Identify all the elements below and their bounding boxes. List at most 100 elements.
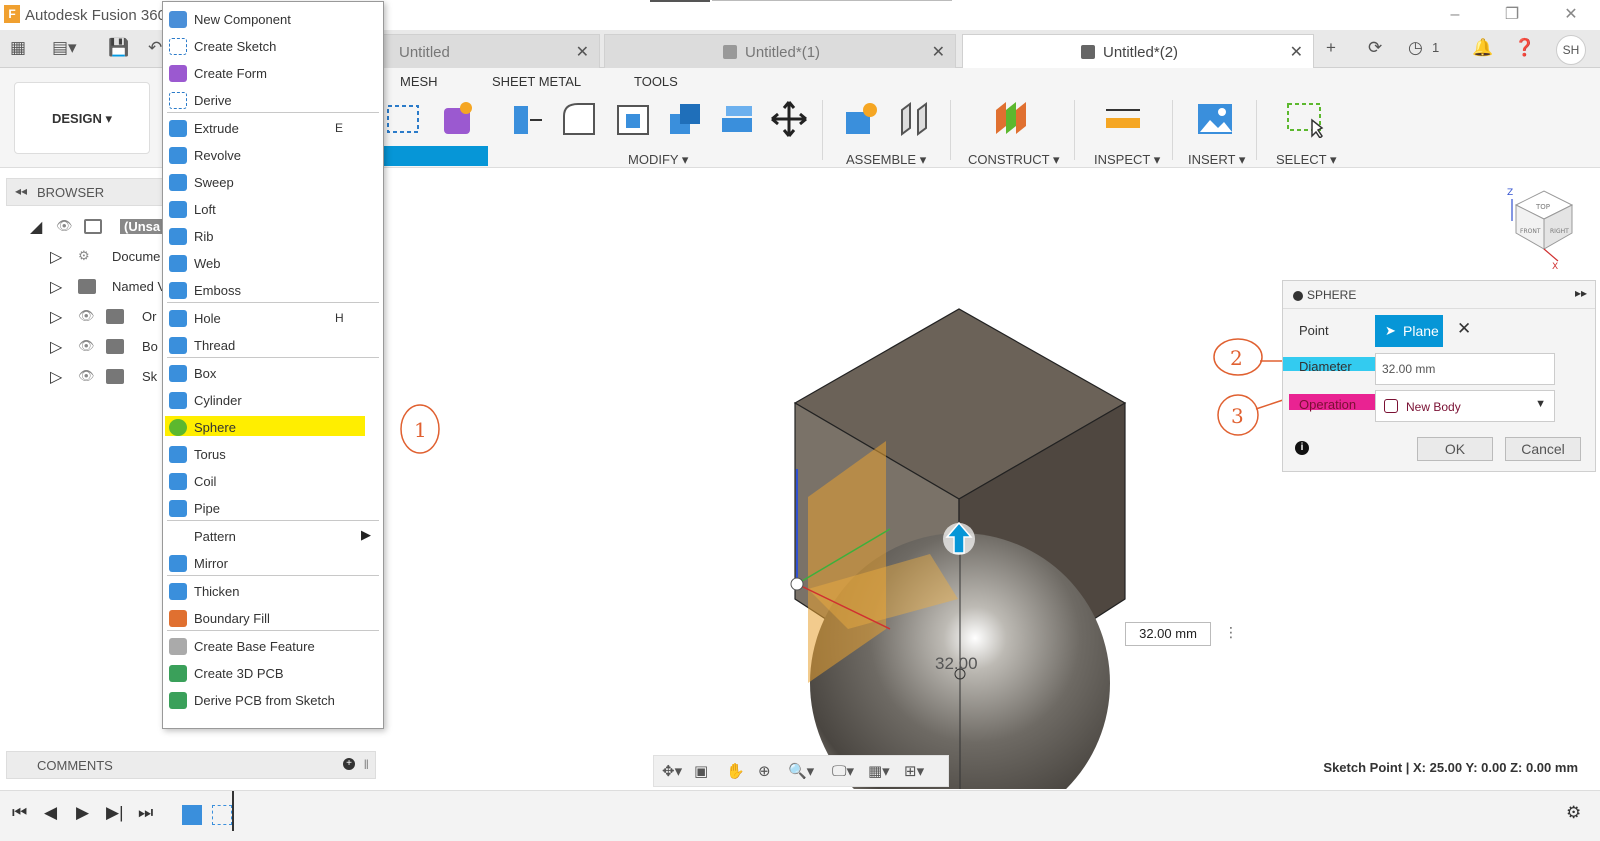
display-settings-icon[interactable]: 🖵▾ <box>832 762 854 780</box>
menu-item-pipe[interactable]: Pipe <box>163 495 383 522</box>
grid-settings-icon[interactable]: ▦▾ <box>868 762 890 780</box>
menu-item-create-form[interactable]: Create Form <box>163 60 383 87</box>
menu-item-revolve[interactable]: Revolve <box>163 142 383 169</box>
menu-item-create-3d-pcb[interactable]: Create 3D PCB <box>163 660 383 687</box>
press-pull-icon[interactable] <box>508 100 546 138</box>
point-select-button[interactable]: ➤ Plane <box>1375 315 1443 347</box>
create-group-highlight[interactable] <box>383 146 488 166</box>
go-to-end-icon[interactable]: ⏭ <box>138 803 153 823</box>
menu-item-new-component[interactable]: New Component <box>163 6 383 33</box>
menu-item-sphere[interactable]: Sphere <box>163 414 383 441</box>
menu-item-derive-pcb-from-sketch[interactable]: Derive PCB from Sketch <box>163 687 383 714</box>
move-copy-icon[interactable] <box>770 100 808 138</box>
insert-image-icon[interactable] <box>1196 100 1234 138</box>
menu-item-cylinder[interactable]: Cylinder <box>163 387 383 414</box>
tab-close-icon[interactable]: ✕ <box>576 42 589 62</box>
menu-item-create-base-feature[interactable]: Create Base Feature <box>163 633 383 660</box>
menu-item-box[interactable]: Box <box>163 360 383 387</box>
extensions-icon[interactable]: ⟳ <box>1368 38 1382 58</box>
app-grid-icon[interactable]: ▦ <box>10 38 26 58</box>
menu-item-hole[interactable]: Hole H <box>163 305 383 332</box>
modify-group-label[interactable]: MODIFY ▾ <box>628 152 688 168</box>
tab-untitled-1[interactable]: Untitled*(1) ✕ <box>604 34 956 68</box>
user-avatar[interactable]: SH <box>1556 35 1586 65</box>
menu-item-pattern[interactable]: Pattern ▶ <box>163 523 383 550</box>
notifications-bell-icon[interactable]: 🔔 <box>1472 38 1493 58</box>
timeline-marker[interactable] <box>232 791 234 831</box>
tab-close-icon[interactable]: ✕ <box>1290 42 1303 62</box>
combine-icon[interactable] <box>666 100 704 138</box>
step-forward-icon[interactable]: ▶| <box>106 803 124 823</box>
comments-panel-header[interactable]: COMMENTS + ‖ <box>6 751 376 779</box>
menu-item-torus[interactable]: Torus <box>163 441 383 468</box>
create-sketch-tool-icon[interactable] <box>384 100 422 138</box>
assemble-group-label[interactable]: ASSEMBLE ▾ <box>846 152 926 168</box>
undo-icon[interactable]: ↶ <box>148 38 162 58</box>
cancel-button[interactable]: Cancel <box>1505 437 1581 461</box>
menu-item-coil[interactable]: Coil <box>163 468 383 495</box>
tab-tools[interactable]: TOOLS <box>634 74 678 89</box>
clear-selection-icon[interactable]: ✕ <box>1457 319 1471 339</box>
add-comment-icon[interactable]: + <box>343 758 355 770</box>
tab-mesh[interactable]: MESH <box>400 74 438 89</box>
help-icon[interactable]: ❓ <box>1514 38 1535 58</box>
pan-hand-icon[interactable]: ✋ <box>726 762 745 780</box>
view-cube[interactable]: TOP FRONT RIGHT Z X <box>1507 188 1574 272</box>
offset-plane-icon[interactable] <box>992 100 1030 138</box>
diameter-manipulator-arrow[interactable] <box>943 521 975 555</box>
step-back-icon[interactable]: ◀ <box>44 803 57 823</box>
tab-close-icon[interactable]: ✕ <box>932 42 945 62</box>
fillet-icon[interactable] <box>560 100 598 138</box>
zoom-window-icon[interactable]: 🔍▾ <box>788 762 814 780</box>
measure-icon[interactable] <box>1104 100 1142 138</box>
expand-dialog-icon[interactable]: ▸▸ <box>1575 286 1587 300</box>
close-window-button[interactable]: ✕ <box>1556 4 1586 26</box>
go-to-start-icon[interactable]: ⏮ <box>12 803 27 823</box>
shell-icon[interactable] <box>614 100 652 138</box>
dimension-options-icon[interactable]: ⋮ <box>1224 624 1238 641</box>
orbit-icon[interactable]: ✥▾ <box>662 762 682 780</box>
menu-item-derive[interactable]: Derive <box>163 87 383 114</box>
menu-item-emboss[interactable]: Emboss <box>163 277 383 304</box>
viewports-icon[interactable]: ⊞▾ <box>904 762 924 780</box>
save-icon[interactable]: 💾 <box>108 38 129 58</box>
insert-group-label[interactable]: INSERT ▾ <box>1188 152 1245 168</box>
look-at-icon[interactable]: ▣ <box>694 762 708 780</box>
select-group-label[interactable]: SELECT ▾ <box>1276 152 1336 168</box>
menu-item-thicken[interactable]: Thicken <box>163 578 383 605</box>
joint-icon[interactable] <box>896 100 934 138</box>
menu-item-rib[interactable]: Rib <box>163 223 383 250</box>
diameter-dimension-input[interactable]: 32.00 mm <box>1125 622 1211 646</box>
select-window-icon[interactable] <box>1286 100 1324 138</box>
menu-item-loft[interactable]: Loft <box>163 196 383 223</box>
tab-untitled[interactable]: Untitled ✕ <box>378 34 600 68</box>
play-icon[interactable]: ▶ <box>76 803 89 823</box>
diameter-input[interactable]: 32.00 mm <box>1375 353 1555 385</box>
new-tab-plus-icon[interactable]: + <box>1326 38 1336 58</box>
inspect-group-label[interactable]: INSPECT ▾ <box>1094 152 1160 168</box>
menu-item-mirror[interactable]: Mirror <box>163 550 383 577</box>
create-form-tool-icon[interactable] <box>438 100 476 138</box>
menu-item-sweep[interactable]: Sweep <box>163 169 383 196</box>
tab-sheet-metal[interactable]: SHEET METAL <box>492 74 581 89</box>
tab-untitled-2[interactable]: Untitled*(2) ✕ <box>962 34 1314 68</box>
sketch-point-handle[interactable] <box>790 577 804 591</box>
menu-item-create-sketch[interactable]: Create Sketch <box>163 33 383 60</box>
operation-select[interactable]: New Body ▼ <box>1375 390 1555 422</box>
offset-face-icon[interactable] <box>718 100 756 138</box>
timeline-feature-sketch-icon[interactable] <box>212 805 232 825</box>
dropdown-arrow-icon[interactable]: ▼ <box>1535 398 1546 410</box>
timeline-settings-gear-icon[interactable]: ⚙ <box>1566 803 1581 823</box>
construct-group-label[interactable]: CONSTRUCT ▾ <box>968 152 1060 168</box>
info-icon[interactable]: i <box>1295 441 1309 455</box>
menu-item-extrude[interactable]: Extrude E <box>163 115 383 142</box>
restore-button[interactable]: ❐ <box>1497 4 1527 26</box>
dialog-header[interactable]: SPHERE ▸▸ <box>1283 281 1595 309</box>
file-menu-icon[interactable]: ▤▾ <box>52 38 77 58</box>
timeline-feature-box-icon[interactable] <box>182 805 202 825</box>
job-status-icon[interactable]: ◷ <box>1408 38 1423 58</box>
menu-item-boundary-fill[interactable]: Boundary Fill <box>163 605 383 632</box>
ok-button[interactable]: OK <box>1417 437 1493 461</box>
workspace-switcher-button[interactable]: DESIGN ▾ <box>14 82 150 154</box>
zoom-icon[interactable]: ⊕ <box>758 762 771 780</box>
